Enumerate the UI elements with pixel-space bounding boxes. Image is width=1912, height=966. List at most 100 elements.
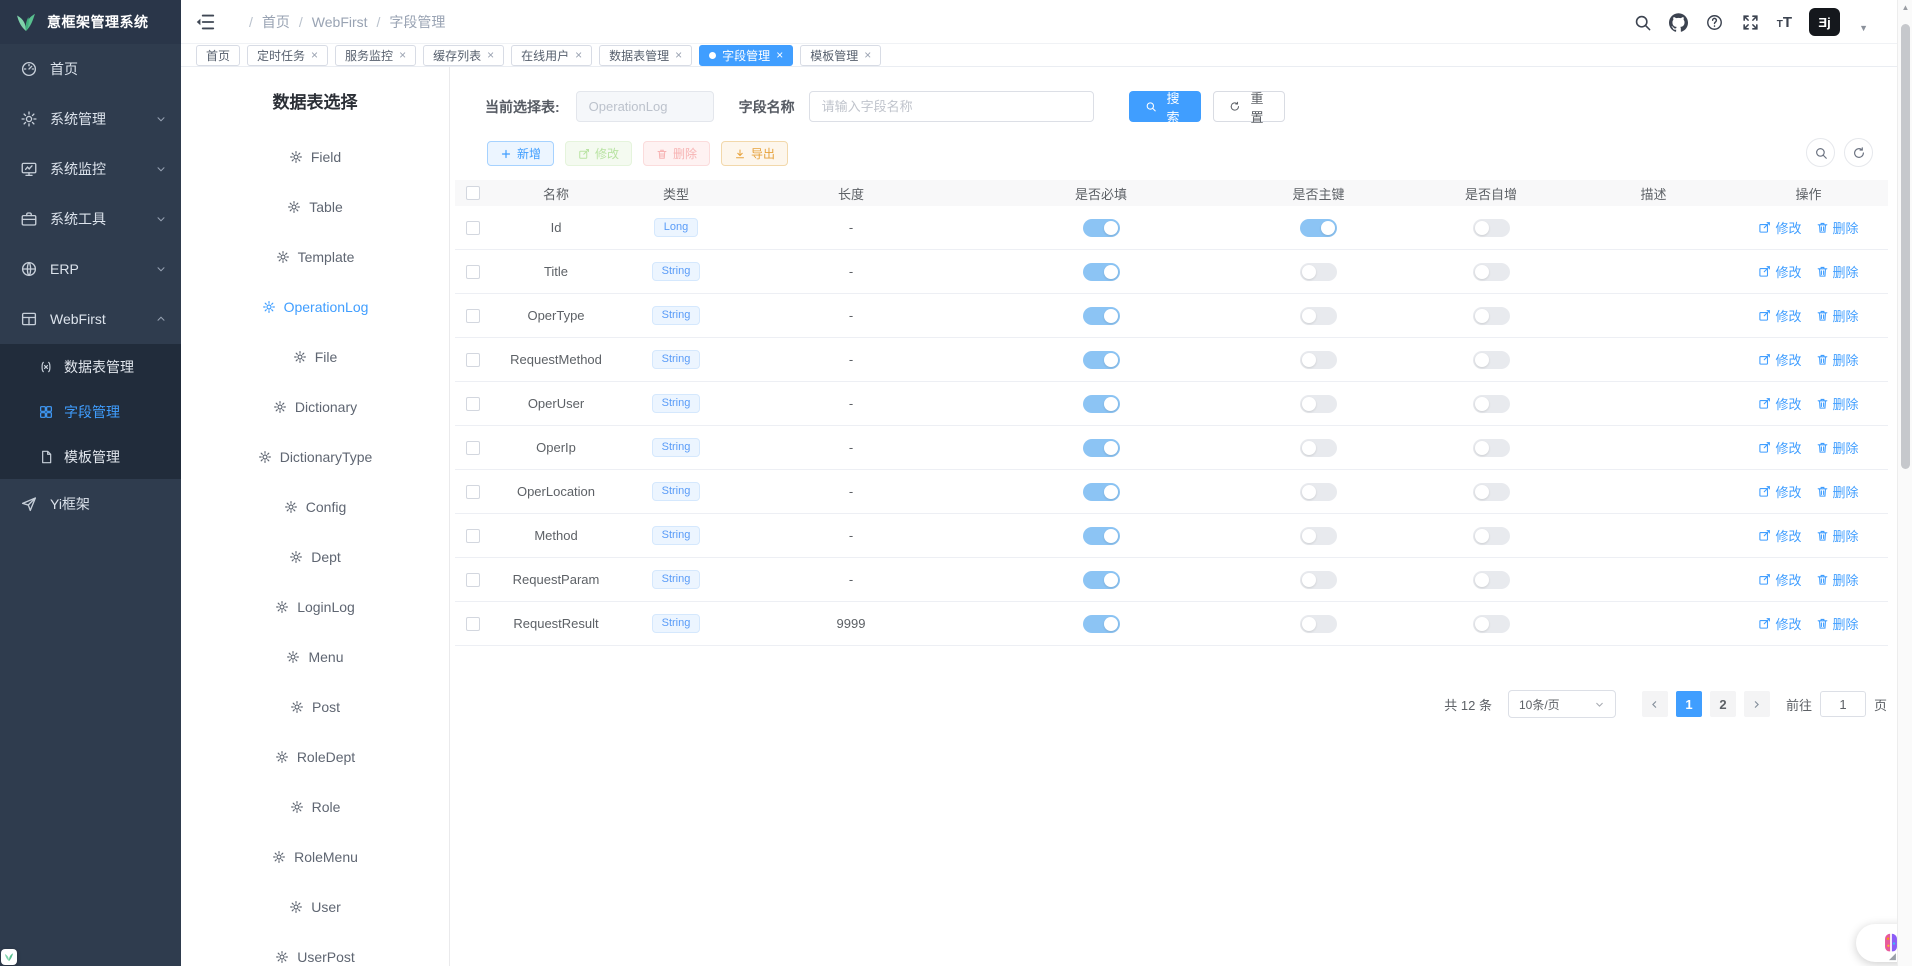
assistant-caret-icon[interactable]: ◢ (1889, 951, 1896, 962)
delete-row-link[interactable]: 删除 (1816, 350, 1859, 369)
table-tree-item[interactable]: User (181, 882, 449, 932)
edit-row-link[interactable]: 修改 (1758, 482, 1801, 501)
sidebar-item-system-admin[interactable]: 系统管理 (0, 94, 181, 144)
tab-close-icon[interactable]: × (399, 49, 406, 61)
table-tree-item[interactable]: Table (181, 182, 449, 232)
tab-close-icon[interactable]: × (311, 49, 318, 61)
primary-key-toggle[interactable] (1300, 219, 1337, 237)
delete-row-link[interactable]: 删除 (1816, 438, 1859, 457)
tab-close-icon[interactable]: × (487, 49, 494, 61)
tab-close-icon[interactable]: × (864, 49, 871, 61)
sidebar-item-yi-framework[interactable]: Yi框架 (0, 479, 181, 529)
auto-increment-toggle[interactable] (1473, 615, 1510, 633)
breadcrumb-item[interactable]: WebFirst (312, 14, 368, 30)
row-checkbox[interactable] (466, 485, 480, 499)
row-checkbox[interactable] (466, 353, 480, 367)
table-tree-item[interactable]: Dictionary (181, 382, 449, 432)
breadcrumb-item[interactable]: 首页 (262, 12, 290, 32)
primary-key-toggle[interactable] (1300, 483, 1337, 501)
table-tree-item[interactable]: Config (181, 482, 449, 532)
tab-close-icon[interactable]: × (575, 49, 582, 61)
delete-row-link[interactable]: 删除 (1816, 394, 1859, 413)
delete-row-link[interactable]: 删除 (1816, 526, 1859, 545)
export-button[interactable]: 导出 (721, 141, 788, 166)
edit-row-link[interactable]: 修改 (1758, 350, 1801, 369)
table-tree-item[interactable]: UserPost (181, 932, 449, 966)
required-toggle[interactable] (1083, 307, 1120, 325)
user-avatar[interactable]: Ǝj (1809, 8, 1840, 36)
corner-leaf-badge[interactable] (1, 949, 17, 965)
row-checkbox[interactable] (466, 573, 480, 587)
table-tree-item[interactable]: Post (181, 682, 449, 732)
primary-key-toggle[interactable] (1300, 527, 1337, 545)
tab-close-icon[interactable]: × (675, 49, 682, 61)
tab-close-icon[interactable]: × (776, 49, 783, 61)
sidebar-item-erp[interactable]: ERP (0, 244, 181, 294)
reset-button[interactable]: 重置 (1213, 91, 1285, 122)
required-toggle[interactable] (1083, 527, 1120, 545)
tab[interactable]: 字段管理 × (699, 45, 793, 66)
edit-row-link[interactable]: 修改 (1758, 526, 1801, 545)
auto-increment-toggle[interactable] (1473, 527, 1510, 545)
required-toggle[interactable] (1083, 351, 1120, 369)
required-toggle[interactable] (1083, 219, 1120, 237)
table-tree-item[interactable]: Dept (181, 532, 449, 582)
edit-row-link[interactable]: 修改 (1758, 570, 1801, 589)
primary-key-toggle[interactable] (1300, 351, 1337, 369)
edit-row-link[interactable]: 修改 (1758, 394, 1801, 413)
row-checkbox[interactable] (466, 309, 480, 323)
table-tree-item[interactable]: OperationLog (181, 282, 449, 332)
add-button[interactable]: 新增 (487, 141, 554, 166)
primary-key-toggle[interactable] (1300, 439, 1337, 457)
required-toggle[interactable] (1083, 615, 1120, 633)
required-toggle[interactable] (1083, 483, 1120, 501)
edit-row-link[interactable]: 修改 (1758, 614, 1801, 633)
table-tree-item[interactable]: File (181, 332, 449, 382)
row-checkbox[interactable] (466, 529, 480, 543)
primary-key-toggle[interactable] (1300, 263, 1337, 281)
goto-page-input[interactable] (1820, 691, 1866, 717)
scrollbar-thumb[interactable] (1901, 24, 1910, 469)
delete-row-link[interactable]: 删除 (1816, 262, 1859, 281)
font-size-icon[interactable]: TT (1777, 15, 1792, 30)
table-tree-item[interactable]: Field (181, 132, 449, 182)
current-table-input[interactable] (576, 91, 714, 122)
fullscreen-icon[interactable] (1741, 13, 1760, 32)
table-tree-item[interactable]: Role (181, 782, 449, 832)
row-checkbox[interactable] (466, 441, 480, 455)
edit-row-link[interactable]: 修改 (1758, 262, 1801, 281)
field-name-input[interactable] (809, 91, 1094, 122)
prev-page-button[interactable] (1642, 691, 1668, 717)
github-icon[interactable] (1669, 13, 1688, 32)
delete-row-link[interactable]: 删除 (1816, 570, 1859, 589)
edit-button[interactable]: 修改 (565, 141, 632, 166)
tab[interactable]: 首页 × (196, 45, 240, 66)
next-page-button[interactable] (1744, 691, 1770, 717)
edit-row-link[interactable]: 修改 (1758, 438, 1801, 457)
collapse-sidebar-icon[interactable] (194, 11, 216, 33)
caret-down-icon[interactable]: ▼ (1859, 23, 1868, 33)
delete-button[interactable]: 删除 (643, 141, 710, 166)
sidebar-item-template-management[interactable]: 模板管理 (0, 434, 181, 479)
row-checkbox[interactable] (466, 265, 480, 279)
auto-increment-toggle[interactable] (1473, 307, 1510, 325)
delete-row-link[interactable]: 删除 (1816, 218, 1859, 237)
sidebar-item-home[interactable]: 首页 (0, 44, 181, 94)
auto-increment-toggle[interactable] (1473, 395, 1510, 413)
table-tree-item[interactable]: Menu (181, 632, 449, 682)
column-search-icon[interactable] (1806, 138, 1835, 167)
sidebar-item-system-tools[interactable]: 系统工具 (0, 194, 181, 244)
auto-increment-toggle[interactable] (1473, 483, 1510, 501)
sidebar-item-system-monitor[interactable]: 系统监控 (0, 144, 181, 194)
auto-increment-toggle[interactable] (1473, 219, 1510, 237)
required-toggle[interactable] (1083, 395, 1120, 413)
page-number-button[interactable]: 2 (1710, 691, 1736, 717)
help-icon[interactable] (1705, 13, 1724, 32)
primary-key-toggle[interactable] (1300, 307, 1337, 325)
auto-increment-toggle[interactable] (1473, 351, 1510, 369)
sidebar-item-field-management[interactable]: 字段管理 (0, 389, 181, 434)
tab[interactable]: 在线用户 × (511, 45, 592, 66)
table-tree-item[interactable]: Template (181, 232, 449, 282)
table-tree-item[interactable]: RoleMenu (181, 832, 449, 882)
required-toggle[interactable] (1083, 571, 1120, 589)
